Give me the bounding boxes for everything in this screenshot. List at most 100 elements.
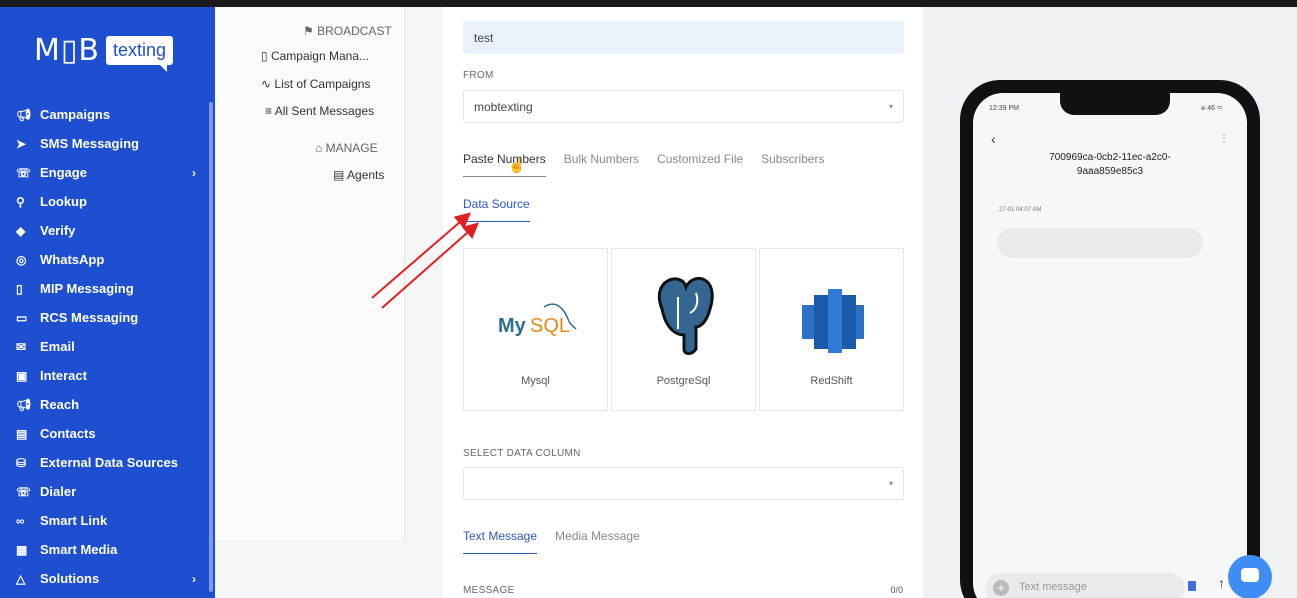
sidebar-item-external-data-sources[interactable]: ⛁ External Data Sources bbox=[16, 448, 196, 477]
logo-tag: texting bbox=[106, 35, 174, 72]
broadcast-heading: ⚑ BROADCAST bbox=[303, 24, 392, 38]
tab-subscribers[interactable]: Subscribers bbox=[761, 152, 824, 177]
phone-preview: 12:39 PM ⩸ 46 ▭ ‹ 700969ca-0cb2-11ec-a2c… bbox=[960, 80, 1260, 598]
sidebar-item-contacts[interactable]: ▤ Contacts bbox=[16, 419, 196, 448]
sidebar-nav: 📢︎ Campaigns ➤ SMS Messaging ☏ Engage › ⚲ Loo… bbox=[16, 100, 196, 593]
campaign-name-input[interactable]: test bbox=[463, 21, 904, 54]
database-icon: ⛁ bbox=[16, 455, 27, 470]
postgresql-logo bbox=[658, 276, 714, 355]
campaign-form: test FROM mobtexting ▾ Paste Numbers Bul… bbox=[443, 7, 923, 598]
subnav-all-sent-messages[interactable]: ≡ All Sent Messages bbox=[265, 104, 374, 118]
sidebar-item-verify[interactable]: ◆ Verify bbox=[16, 216, 196, 245]
megaphone-icon: 📢︎ bbox=[16, 107, 32, 122]
subnav-list-of-campaigns[interactable]: ∿ List of Campaigns bbox=[261, 77, 370, 91]
message-timestamp: 27-01 04:07 AM bbox=[999, 207, 1042, 213]
manage-icon: ⌂ bbox=[315, 141, 326, 155]
search-icon: ⚲ bbox=[16, 194, 25, 209]
redshift-logo bbox=[802, 289, 864, 353]
tab-customized-file[interactable]: Customized File bbox=[657, 152, 743, 177]
warning-icon: △ bbox=[16, 571, 26, 586]
sidebar-item-smart-media[interactable]: ▦ Smart Media bbox=[16, 535, 196, 564]
message-label: MESSAGE bbox=[463, 585, 515, 596]
postgresql-label: PostgreSql bbox=[656, 375, 711, 387]
status-signal: ⩸ 46 ▭ bbox=[1201, 105, 1223, 112]
sidebar-item-smart-link[interactable]: ∞ Smart Link bbox=[16, 506, 196, 535]
contacts-icon: ▤ bbox=[16, 426, 28, 441]
more-options-icon[interactable]: ⋮ bbox=[1219, 133, 1229, 144]
hand-cursor-icon: ☝ bbox=[508, 157, 526, 173]
select-data-column-label: SELECT DATA COLUMN bbox=[463, 448, 581, 459]
redshift-label: RedShift bbox=[810, 375, 853, 387]
phone-icon: ☏ bbox=[16, 484, 32, 499]
document-icon: ▤ bbox=[333, 168, 348, 182]
svg-text:SQL: SQL bbox=[530, 315, 570, 337]
tab-bulk-numbers[interactable]: Bulk Numbers bbox=[564, 152, 639, 177]
subnav-campaign-manager[interactable]: ▯ Campaign Mana... bbox=[261, 49, 369, 63]
verify-icon: ◆ bbox=[16, 223, 26, 238]
thread-id: 700969ca-0cb2-11ec-a2c0-9aaa859e85c3 bbox=[1049, 152, 1171, 177]
sidebar-item-mip-messaging[interactable]: ▯ MIP Messaging bbox=[16, 274, 196, 303]
chat-support-button[interactable] bbox=[1228, 555, 1272, 598]
subnav-agents[interactable]: ▤ Agents bbox=[333, 168, 384, 182]
chevron-down-icon: ▾ bbox=[888, 102, 893, 111]
message-bubble bbox=[997, 228, 1203, 258]
sidebar-item-reach[interactable]: 📢︎ Reach bbox=[16, 390, 196, 419]
preview-text-input[interactable]: + Text message bbox=[985, 573, 1185, 598]
data-column-select[interactable]: ▾ bbox=[463, 467, 904, 500]
attachment-icon[interactable] bbox=[1188, 581, 1196, 591]
back-arrow-icon[interactable]: ‹ bbox=[991, 131, 996, 147]
sidebar-item-engage[interactable]: ☏ Engage › bbox=[16, 158, 196, 187]
status-time: 12:39 PM bbox=[989, 105, 1019, 112]
chevron-right-icon: › bbox=[192, 165, 196, 180]
send-arrow-icon[interactable]: ↑ bbox=[1218, 575, 1225, 591]
megaphone-icon: 📢︎ bbox=[16, 397, 32, 412]
browser-top-bar bbox=[0, 0, 1297, 7]
mysql-label: Mysql bbox=[521, 375, 550, 387]
mobtexting-logo[interactable]: M▯B texting bbox=[34, 27, 174, 73]
plus-icon[interactable]: + bbox=[993, 580, 1009, 596]
sidebar-item-email[interactable]: ✉ Email bbox=[16, 332, 196, 361]
link-icon: ∞ bbox=[16, 513, 25, 528]
phone-notch bbox=[1060, 93, 1170, 115]
sidebar-item-dialer[interactable]: ☏ Dialer bbox=[16, 477, 196, 506]
chevron-right-icon: › bbox=[192, 571, 196, 586]
megaphone-icon: ⚑ bbox=[303, 24, 318, 38]
whatsapp-icon: ◎ bbox=[16, 252, 27, 267]
phone-icon: ☏ bbox=[16, 165, 32, 180]
mail-icon: ✉ bbox=[16, 339, 27, 354]
mobile-icon: ▯ bbox=[16, 281, 23, 296]
chat-icon bbox=[1241, 568, 1259, 582]
tab-text-message[interactable]: Text Message bbox=[463, 529, 538, 554]
from-select-value: mobtexting bbox=[474, 100, 533, 114]
sidebar-item-interact[interactable]: ▣ Interact bbox=[16, 361, 196, 390]
message-char-counter: 0/0 bbox=[890, 585, 903, 595]
data-source-cards: My SQL Mysql PostgreSql RedShift bbox=[463, 248, 907, 411]
chevron-down-icon: ▾ bbox=[888, 479, 893, 488]
ticket-icon: ▣ bbox=[16, 368, 28, 383]
annotation-arrows bbox=[371, 212, 479, 309]
phone-screen: 12:39 PM ⩸ 46 ▭ ‹ 700969ca-0cb2-11ec-a2c… bbox=[973, 93, 1247, 598]
from-select[interactable]: mobtexting ▾ bbox=[463, 90, 904, 123]
chat-icon: ▭ bbox=[16, 310, 28, 325]
activity-icon: ∿ bbox=[261, 77, 275, 91]
data-source-card-postgresql[interactable]: PostgreSql bbox=[611, 248, 756, 411]
media-icon: ▦ bbox=[16, 542, 28, 557]
sidebar-item-rcs-messaging[interactable]: ▭ RCS Messaging bbox=[16, 303, 196, 332]
preview-input-placeholder: Text message bbox=[1019, 581, 1087, 593]
message-type-tabs: Text Message Media Message bbox=[463, 529, 658, 554]
sidebar-item-solutions[interactable]: △ Solutions › bbox=[16, 564, 196, 593]
data-source-card-redshift[interactable]: RedShift bbox=[759, 248, 904, 411]
sidebar-item-campaigns[interactable]: 📢︎ Campaigns bbox=[16, 100, 196, 129]
sidebar-item-whatsapp[interactable]: ◎ WhatsApp bbox=[16, 245, 196, 274]
mobile-icon: ▯ bbox=[261, 49, 271, 63]
sidebar: M▯B texting 📢︎ Campaigns ➤ SMS Messaging ☏… bbox=[0, 7, 215, 598]
svg-text:My: My bbox=[498, 315, 527, 337]
send-icon: ➤ bbox=[16, 136, 27, 151]
sidebar-scrollbar[interactable] bbox=[209, 102, 213, 592]
sidebar-item-lookup[interactable]: ⚲ Lookup bbox=[16, 187, 196, 216]
sidebar-item-sms-messaging[interactable]: ➤ SMS Messaging bbox=[16, 129, 196, 158]
from-label: FROM bbox=[463, 70, 494, 81]
tab-paste-numbers[interactable]: Paste Numbers bbox=[463, 152, 546, 177]
logo-wordmark: M▯B bbox=[34, 32, 100, 68]
tab-media-message[interactable]: Media Message bbox=[555, 529, 640, 554]
